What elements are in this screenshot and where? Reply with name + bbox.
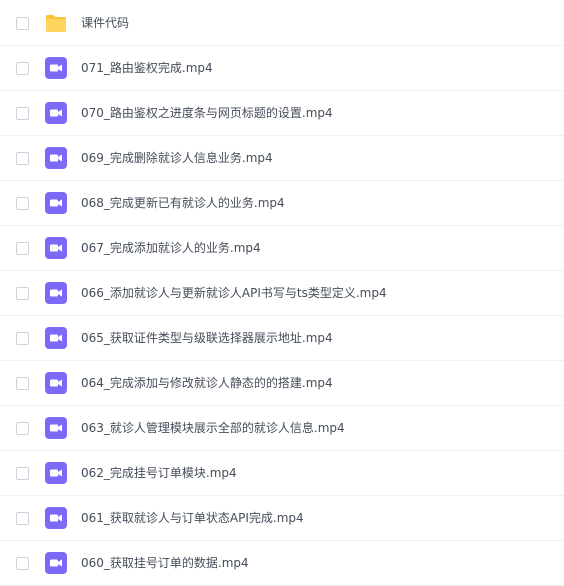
row-checkbox[interactable] bbox=[16, 287, 29, 300]
video-file-icon bbox=[45, 57, 67, 79]
video-file-icon bbox=[45, 192, 67, 214]
row-checkbox[interactable] bbox=[16, 197, 29, 210]
file-row[interactable]: 068_完成更新已有就诊人的业务.mp4 bbox=[0, 181, 564, 226]
file-name[interactable]: 071_路由鉴权完成.mp4 bbox=[81, 59, 213, 77]
file-name[interactable]: 068_完成更新已有就诊人的业务.mp4 bbox=[81, 194, 285, 212]
file-row[interactable]: 071_路由鉴权完成.mp4 bbox=[0, 46, 564, 91]
file-name[interactable]: 065_获取证件类型与级联选择器展示地址.mp4 bbox=[81, 329, 333, 347]
video-file-icon bbox=[45, 462, 67, 484]
file-name[interactable]: 063_就诊人管理模块展示全部的就诊人信息.mp4 bbox=[81, 419, 345, 437]
file-name[interactable]: 067_完成添加就诊人的业务.mp4 bbox=[81, 239, 261, 257]
video-file-icon bbox=[45, 327, 67, 349]
row-checkbox[interactable] bbox=[16, 62, 29, 75]
row-checkbox[interactable] bbox=[16, 467, 29, 480]
row-checkbox[interactable] bbox=[16, 557, 29, 570]
video-file-icon bbox=[45, 417, 67, 439]
video-file-icon bbox=[45, 372, 67, 394]
file-name[interactable]: 066_添加就诊人与更新就诊人API书写与ts类型定义.mp4 bbox=[81, 284, 387, 302]
file-name[interactable]: 064_完成添加与修改就诊人静态的的搭建.mp4 bbox=[81, 374, 333, 392]
row-checkbox[interactable] bbox=[16, 242, 29, 255]
video-file-icon bbox=[45, 147, 67, 169]
file-row[interactable]: 066_添加就诊人与更新就诊人API书写与ts类型定义.mp4 bbox=[0, 271, 564, 316]
row-checkbox[interactable] bbox=[16, 17, 29, 30]
file-row[interactable]: 062_完成挂号订单模块.mp4 bbox=[0, 451, 564, 496]
file-name[interactable]: 069_完成删除就诊人信息业务.mp4 bbox=[81, 149, 273, 167]
video-file-icon bbox=[45, 237, 67, 259]
file-row[interactable]: 070_路由鉴权之进度条与网页标题的设置.mp4 bbox=[0, 91, 564, 136]
video-file-icon bbox=[45, 282, 67, 304]
video-file-icon bbox=[45, 102, 67, 124]
folder-name[interactable]: 课件代码 bbox=[81, 14, 129, 32]
video-file-icon bbox=[45, 507, 67, 529]
row-checkbox[interactable] bbox=[16, 107, 29, 120]
file-name[interactable]: 061_获取就诊人与订单状态API完成.mp4 bbox=[81, 509, 304, 527]
file-row[interactable]: 065_获取证件类型与级联选择器展示地址.mp4 bbox=[0, 316, 564, 361]
file-name[interactable]: 062_完成挂号订单模块.mp4 bbox=[81, 464, 237, 482]
video-file-icon bbox=[45, 552, 67, 574]
folder-row[interactable]: 课件代码 bbox=[0, 1, 564, 46]
file-row[interactable]: 063_就诊人管理模块展示全部的就诊人信息.mp4 bbox=[0, 406, 564, 451]
row-checkbox[interactable] bbox=[16, 152, 29, 165]
file-row[interactable]: 069_完成删除就诊人信息业务.mp4 bbox=[0, 136, 564, 181]
file-row[interactable]: 064_完成添加与修改就诊人静态的的搭建.mp4 bbox=[0, 361, 564, 406]
folder-icon bbox=[46, 15, 66, 32]
file-row[interactable]: 060_获取挂号订单的数据.mp4 bbox=[0, 541, 564, 586]
file-row[interactable]: 061_获取就诊人与订单状态API完成.mp4 bbox=[0, 496, 564, 541]
row-checkbox[interactable] bbox=[16, 422, 29, 435]
file-name[interactable]: 070_路由鉴权之进度条与网页标题的设置.mp4 bbox=[81, 104, 333, 122]
row-checkbox[interactable] bbox=[16, 377, 29, 390]
file-name[interactable]: 060_获取挂号订单的数据.mp4 bbox=[81, 554, 249, 572]
row-checkbox[interactable] bbox=[16, 332, 29, 345]
file-list: 课件代码 071_路由鉴权完成.mp4 070_路由鉴权之进度条与网页标题的设置… bbox=[0, 0, 564, 586]
row-checkbox[interactable] bbox=[16, 512, 29, 525]
file-row[interactable]: 067_完成添加就诊人的业务.mp4 bbox=[0, 226, 564, 271]
